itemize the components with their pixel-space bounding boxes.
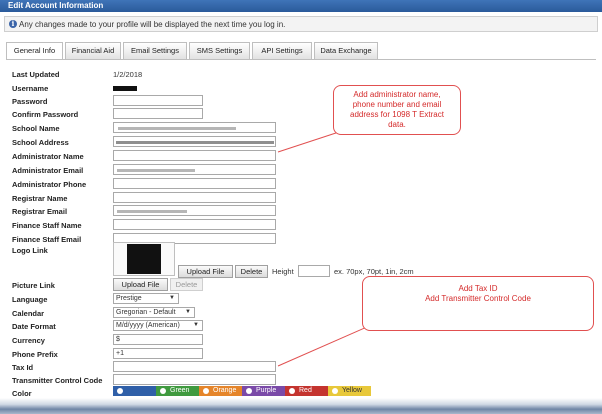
- callout-tax-line2: Add Transmitter Control Code: [425, 294, 531, 303]
- annotation-callout-tax: Add Tax ID Add Transmitter Control Code: [362, 276, 594, 331]
- callout-pointer-first: [277, 129, 346, 153]
- callout-tax-line1: Add Tax ID: [458, 284, 498, 293]
- taskbar-band: [0, 398, 602, 414]
- annotation-callout-admin: Add administrator name, phone number and…: [333, 85, 461, 135]
- callout-pointers: [277, 129, 393, 367]
